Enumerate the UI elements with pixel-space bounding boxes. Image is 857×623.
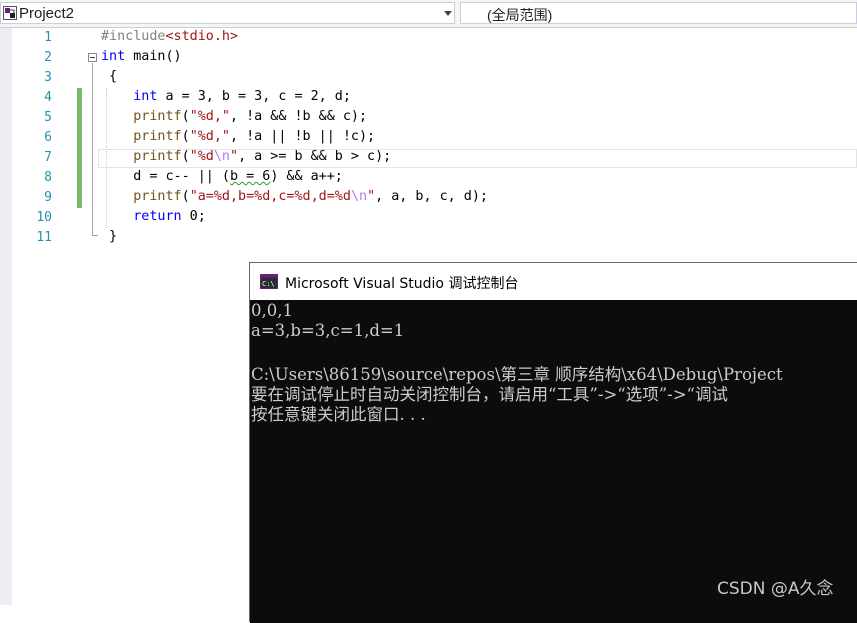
code-line: 9 printf("a=%d,b=%d,c=%d,d=%d\n", a, b, … <box>0 188 857 208</box>
code-text: d = c-- || (b = 6) && a++; <box>101 169 343 184</box>
console-title: Microsoft Visual Studio 调试控制台 <box>285 276 519 292</box>
project-name: Project2 <box>19 5 75 22</box>
code-line: 2 int main() <box>0 48 857 68</box>
console-app-icon: C:\ <box>260 274 278 289</box>
code-line: 1 #include<stdio.h> <box>0 28 857 48</box>
line-number: 11 <box>36 230 52 245</box>
change-marker <box>77 148 82 168</box>
code-text: { <box>101 69 118 84</box>
code-line: 7 printf("%d\n", a >= b && b > c); <box>0 148 857 168</box>
console-line: 按任意键关闭此窗口. . . <box>251 405 426 424</box>
code-line: 3 { <box>0 68 857 88</box>
console-line: a=3,b=3,c=1,d=1 <box>251 321 405 340</box>
debug-console-window[interactable]: C:\ Microsoft Visual Studio 调试控制台 0,0,1 … <box>249 262 857 623</box>
code-line: 4 int a = 3, b = 3, c = 2, d; <box>0 88 857 108</box>
change-marker <box>77 88 82 108</box>
code-text: } <box>101 229 118 244</box>
watermark-text: CSDN @A久念 <box>717 579 834 599</box>
line-number: 7 <box>44 150 52 165</box>
change-marker <box>77 188 82 208</box>
scope-dropdown[interactable]: (全局范围) <box>460 2 857 24</box>
code-text: printf("a=%d,b=%d,c=%d,d=%d\n", a, b, c,… <box>133 189 488 204</box>
line-number: 4 <box>44 90 52 105</box>
project-icon <box>3 6 17 20</box>
code-line: 5 printf("%d,", !a && !b && c); <box>0 108 857 128</box>
code-text: printf("%d\n", a >= b && b > c); <box>133 149 392 164</box>
console-titlebar[interactable]: C:\ Microsoft Visual Studio 调试控制台 <box>250 263 857 300</box>
svg-text:C:\: C:\ <box>262 280 275 288</box>
line-number: 10 <box>36 210 52 225</box>
code-text: int a = 3, b = 3, c = 2, d; <box>133 89 351 104</box>
code-text: return 0; <box>133 209 206 224</box>
navigation-bar: Project2 (全局范围) <box>0 0 857 28</box>
scope-name: (全局范围) <box>487 7 553 23</box>
code-line: 11 } <box>0 228 857 248</box>
console-line: 0,0,1 <box>251 301 293 320</box>
change-marker <box>77 108 82 128</box>
code-text: printf("%d,", !a && !b && c); <box>133 109 368 124</box>
code-line: 10 return 0; <box>0 208 857 228</box>
code-text: #include<stdio.h> <box>101 29 239 44</box>
line-number: 1 <box>44 30 52 45</box>
change-marker <box>77 168 82 188</box>
line-number: 6 <box>44 130 52 145</box>
code-line: 8 d = c-- || (b = 6) && a++; <box>0 168 857 188</box>
code-text: printf("%d,", !a || !b || !c); <box>133 129 376 144</box>
code-line: 6 printf("%d,", !a || !b || !c); <box>0 128 857 148</box>
line-number: 2 <box>44 50 52 65</box>
line-number: 5 <box>44 110 52 125</box>
project-dropdown[interactable]: Project2 <box>0 2 455 24</box>
change-marker <box>77 128 82 148</box>
line-number: 8 <box>44 170 52 185</box>
code-text: int main() <box>101 49 182 64</box>
line-number: 3 <box>44 70 52 85</box>
chevron-down-icon[interactable] <box>444 11 452 16</box>
line-number: 9 <box>44 190 52 205</box>
